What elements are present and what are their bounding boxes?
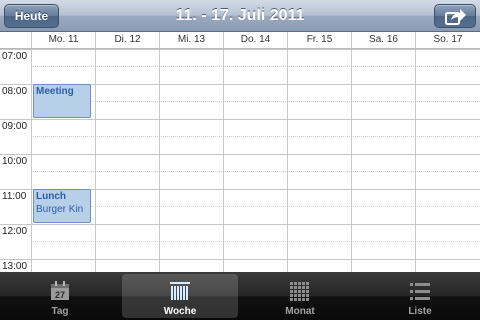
event-title: Meeting [36, 86, 74, 97]
hour-line [0, 119, 480, 120]
day-column-divider [415, 49, 416, 272]
tab-month[interactable]: Monat [242, 274, 358, 318]
half-hour-line [31, 66, 480, 67]
day-header-sun[interactable]: So. 17 [415, 32, 480, 48]
day-column-divider [223, 49, 224, 272]
hour-line [0, 49, 480, 50]
half-hour-line [31, 101, 480, 102]
page-title: 11. - 17. Juli 2011 [175, 7, 305, 24]
hour-line [0, 154, 480, 155]
event-title: Lunch [36, 191, 66, 202]
half-hour-line [31, 206, 480, 207]
hour-label: 07:00 [2, 51, 28, 62]
day-column-divider [351, 49, 352, 272]
week-day-header: Mo. 11 Di. 12 Mi. 13 Do. 14 Fr. 15 Sa. 1… [0, 32, 480, 49]
week-columns-icon [170, 282, 190, 300]
today-button[interactable]: Heute [4, 4, 59, 28]
month-grid-icon [290, 282, 309, 301]
tab-list[interactable]: Liste [362, 274, 478, 318]
half-hour-line [31, 241, 480, 242]
day-column-divider [287, 49, 288, 272]
hour-label: 12:00 [2, 226, 28, 237]
hour-line [0, 224, 480, 225]
tab-label: Tag [51, 306, 69, 317]
share-arrow-icon [445, 9, 466, 25]
day-header-tue[interactable]: Di. 12 [95, 32, 159, 48]
day-column-divider [95, 49, 96, 272]
hour-label: 08:00 [2, 86, 28, 97]
hour-label: 10:00 [2, 156, 28, 167]
half-hour-line [31, 171, 480, 172]
list-icon [410, 283, 430, 300]
event-meeting[interactable]: Meeting [33, 84, 91, 118]
tab-label: Woche [163, 306, 197, 317]
tab-bar: 27 Tag Woche Monat Liste [0, 272, 480, 320]
day-header-sat[interactable]: Sa. 16 [351, 32, 415, 48]
tab-label: Monat [285, 306, 315, 317]
hour-label: 09:00 [2, 121, 28, 132]
hour-label: 13:00 [2, 261, 28, 272]
hour-line [0, 259, 480, 260]
tab-label: Liste [408, 306, 432, 317]
event-location: Burger Kin [36, 204, 84, 215]
half-hour-line [31, 136, 480, 137]
calendar-day-icon: 27 [51, 281, 69, 300]
calendar-day-number: 27 [55, 290, 65, 300]
tab-week[interactable]: Woche [122, 274, 238, 318]
day-header-wed[interactable]: Mi. 13 [159, 32, 223, 48]
week-time-grid[interactable]: 07:00 08:00 09:00 10:00 11:00 12:00 13:0… [0, 49, 480, 272]
day-header-thu[interactable]: Do. 14 [223, 32, 287, 48]
day-column-divider [31, 49, 32, 272]
navigation-bar: 11. - 17. Juli 2011 Heute [0, 0, 480, 32]
hour-label: 11:00 [2, 191, 27, 202]
day-header-fri[interactable]: Fr. 15 [287, 32, 351, 48]
day-column-divider [159, 49, 160, 272]
share-button[interactable] [434, 4, 476, 28]
event-lunch[interactable]: Lunch Burger Kin [33, 189, 91, 223]
tab-day[interactable]: 27 Tag [2, 274, 118, 318]
day-header-mon[interactable]: Mo. 11 [31, 32, 95, 48]
